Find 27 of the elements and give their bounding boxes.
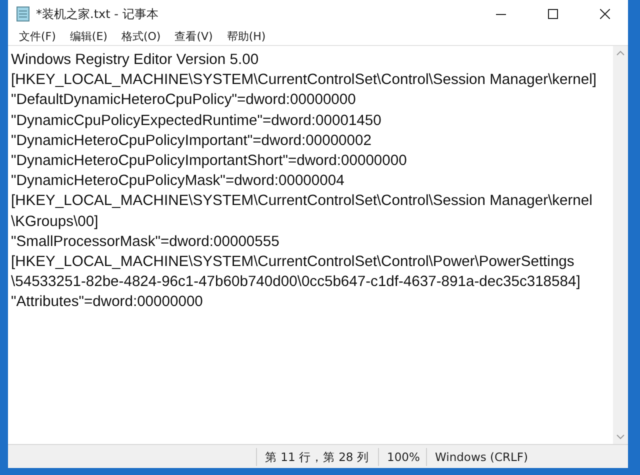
text-line: "DynamicHeteroCpuPolicyImportantShort"=dword:00000000 [11,152,408,172]
menu-item[interactable]: 帮助(H) [222,29,271,44]
menu-item[interactable]: 文件(F) [14,29,61,44]
text-line: "DynamicCpuPolicyExpectedRuntime"=dword:00001450 [11,112,382,131]
cursor-position: 第 11 行，第 28 列 [256,448,378,466]
maximize-icon [548,9,558,19]
text-line: "DynamicHeteroCpuPolicyImportant"=dword:00000002 [11,132,372,151]
text-line: [HKEY_LOCAL_MACHINE\SYSTEM\CurrentControlSet\Control\Power\PowerSettings [11,253,576,272]
close-icon [600,9,610,19]
notepad-icon [16,6,30,22]
line-ending: Windows (CRLF) [426,448,596,466]
window-title: *装机之家.txt - 记事本 [36,6,160,22]
text-line: Windows Registry Editor Version 5.00 [11,51,260,70]
menu-item[interactable]: 编辑(E) [64,29,112,44]
zoom-level: 100% [378,448,426,466]
text-line: "DynamicHeteroCpuPolicyMask"=dword:00000004 [11,172,346,192]
scroll-down-icon[interactable] [616,434,625,440]
text-line: "DefaultDynamicHeteroCpuPolicy"=dword:00000000 [11,91,357,110]
menu-item[interactable]: 格式(O) [116,29,166,44]
scroll-up-icon[interactable] [616,50,625,56]
text-line: [HKEY_LOCAL_MACHINE\SYSTEM\CurrentControlSet\Control\Session Manager\kernel [11,192,594,212]
text-line: "SmallProcessorMask"=dword:00000555 [11,232,280,252]
text-line: \KGroups\00] [11,212,100,232]
menu-item[interactable]: 查看(V) [170,29,218,44]
text-line: "Attributes"=dword:00000000 [11,293,204,312]
text-line: [HKEY_LOCAL_MACHINE\SYSTEM\CurrentControlSet\Control\Session Manager\kernel] [11,71,598,90]
text-line: \54533251-82be-4824-96c1-47b60b740d00\0cc5b647-c1df-4637-891a-dec35c318584] [11,273,582,292]
